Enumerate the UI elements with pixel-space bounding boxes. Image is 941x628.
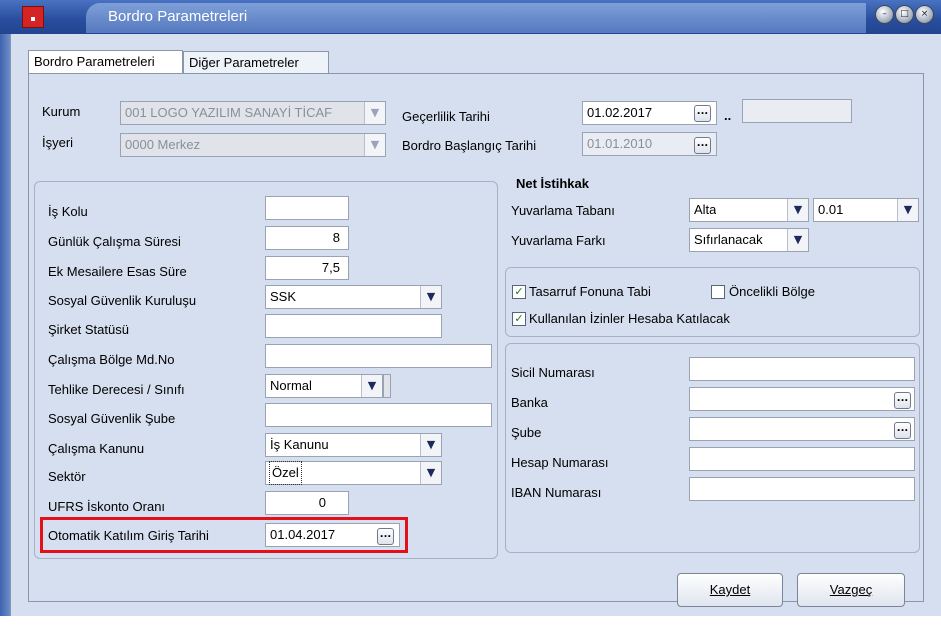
highlight-box	[40, 517, 408, 553]
chevron-down-icon: ▼	[364, 134, 385, 156]
sektor-select[interactable]: Özel ▼	[265, 461, 442, 485]
gecerlilik-end-field	[742, 99, 852, 123]
ek-mesai-field[interactable]: 7,5	[265, 256, 349, 280]
window-title: Bordro Parametreleri	[108, 8, 248, 25]
is-kolu-label: İş Kolu	[48, 204, 88, 219]
iban-label: IBAN Numarası	[511, 485, 602, 500]
sube-field[interactable]	[689, 417, 915, 441]
bolge-md-no-label: Çalışma Bölge Md.No	[48, 352, 175, 367]
save-button[interactable]: Kaydet	[677, 573, 783, 607]
baslangic-label: Bordro Başlangıç Tarihi	[402, 138, 537, 153]
main-window: Bordro Parametreleri – □ × Bordro Parame…	[0, 0, 941, 628]
yuvarlama-farki-label: Yuvarlama Farkı	[511, 233, 606, 248]
isyeri-value: 0000 Merkez	[125, 137, 201, 152]
izinler-label: Kullanılan İzinler Hesaba Katılacak	[529, 311, 730, 326]
tehlike-sinifi-field	[383, 374, 391, 398]
sgk-value: SSK	[270, 289, 297, 304]
ufrs-field[interactable]: 0	[265, 491, 349, 515]
isyeri-label: İşyeri	[42, 135, 74, 150]
baslangic-lookup-icon[interactable]: ...	[694, 137, 711, 154]
tasarruf-checkbox[interactable]: ✓	[512, 285, 526, 299]
net-istihkak-title: Net İstihkak	[516, 176, 589, 191]
close-icon[interactable]: ×	[915, 5, 934, 24]
tehlike-derecesi-select[interactable]: Normal ▼	[265, 374, 383, 398]
banka-field[interactable]	[689, 387, 915, 411]
calisma-kanunu-value: İş Kanunu	[270, 437, 329, 452]
ufrs-label: UFRS İskonto Oranı	[48, 499, 166, 514]
gecerlilik-label: Geçerlilik Tarihi	[402, 109, 490, 124]
tab-diger-parametreler[interactable]: Diğer Parametreler	[183, 51, 329, 73]
calisma-kanunu-label: Çalışma Kanunu	[48, 441, 145, 456]
sube-label: Şube	[511, 425, 542, 440]
yuvarlama-tabani-select[interactable]: Alta ▼	[689, 198, 809, 222]
chevron-down-icon[interactable]: ▼	[361, 375, 382, 397]
sgk-select[interactable]: SSK ▼	[265, 285, 442, 309]
ek-mesai-label: Ek Mesailere Esas Süre	[48, 264, 187, 279]
cancel-button[interactable]: Vazgeç	[797, 573, 905, 607]
title-bar[interactable]: Bordro Parametreleri – □ ×	[0, 0, 941, 34]
sg-sube-label: Sosyal Güvenlik Şube	[48, 411, 176, 426]
banka-lookup-icon[interactable]: ...	[894, 392, 911, 409]
sirket-statusu-field[interactable]	[265, 314, 442, 338]
range-separator: ..	[724, 108, 732, 123]
chevron-down-icon[interactable]: ▼	[420, 462, 441, 484]
hesap-no-field[interactable]	[689, 447, 915, 471]
yuvarlama-farki-select[interactable]: Sıfırlanacak ▼	[689, 228, 809, 252]
kurum-select: 001 LOGO YAZILIM SANAYİ TİCAF ▼	[120, 101, 386, 125]
sg-sube-field[interactable]	[265, 403, 492, 427]
minimize-icon[interactable]: –	[875, 5, 894, 24]
sirket-statusu-label: Şirket Statüsü	[48, 322, 129, 337]
window-left-frame	[0, 34, 10, 616]
is-kolu-field[interactable]	[265, 196, 349, 220]
yuvarlama-step-select[interactable]: 0.01 ▼	[813, 198, 919, 222]
chevron-down-icon[interactable]: ▼	[420, 434, 441, 456]
yuvarlama-tabani-value: Alta	[694, 202, 717, 217]
yuvarlama-step-value: 0.01	[818, 202, 844, 217]
banka-label: Banka	[511, 395, 548, 410]
yuvarlama-farki-value: Sıfırlanacak	[694, 232, 763, 247]
sektor-value: Özel	[269, 461, 302, 485]
sektor-label: Sektör	[48, 469, 86, 484]
gecerlilik-lookup-icon[interactable]: ...	[694, 105, 711, 122]
tab-bordro-parametreleri[interactable]: Bordro Parametreleri	[28, 50, 183, 74]
chevron-down-icon[interactable]: ▼	[897, 199, 918, 221]
chevron-down-icon[interactable]: ▼	[420, 286, 441, 308]
tehlike-derecesi-value: Normal	[270, 378, 312, 393]
kurum-value: 001 LOGO YAZILIM SANAYİ TİCAF	[125, 105, 333, 120]
bolge-md-no-field[interactable]	[265, 344, 492, 368]
gunluk-calisma-label: Günlük Çalışma Süresi	[48, 234, 181, 249]
sgk-label: Sosyal Güvenlik Kuruluşu	[48, 293, 197, 308]
sicil-label: Sicil Numarası	[511, 365, 595, 380]
hesap-no-label: Hesap Numarası	[511, 455, 609, 470]
maximize-icon[interactable]: □	[895, 5, 914, 24]
gunluk-calisma-field[interactable]: 8	[265, 226, 349, 250]
chevron-down-icon: ▼	[364, 102, 385, 124]
tasarruf-label: Tasarruf Fonuna Tabi	[529, 284, 651, 299]
chevron-down-icon[interactable]: ▼	[787, 199, 808, 221]
options-panel	[505, 267, 920, 337]
chevron-down-icon[interactable]: ▼	[787, 229, 808, 251]
iban-field[interactable]	[689, 477, 915, 501]
app-logo-icon[interactable]	[22, 6, 44, 28]
oncelikli-bolge-checkbox[interactable]	[711, 285, 725, 299]
izinler-checkbox[interactable]: ✓	[512, 312, 526, 326]
isyeri-select: 0000 Merkez ▼	[120, 133, 386, 157]
oncelikli-bolge-label: Öncelikli Bölge	[729, 284, 815, 299]
kurum-label: Kurum	[42, 104, 81, 119]
tehlike-derecesi-label: Tehlike Derecesi / Sınıfı	[48, 382, 185, 397]
calisma-kanunu-select[interactable]: İş Kanunu ▼	[265, 433, 442, 457]
sube-lookup-icon[interactable]: ...	[894, 422, 911, 439]
window-bottom-frame	[0, 616, 941, 628]
sicil-field[interactable]	[689, 357, 915, 381]
yuvarlama-tabani-label: Yuvarlama Tabanı	[511, 203, 615, 218]
